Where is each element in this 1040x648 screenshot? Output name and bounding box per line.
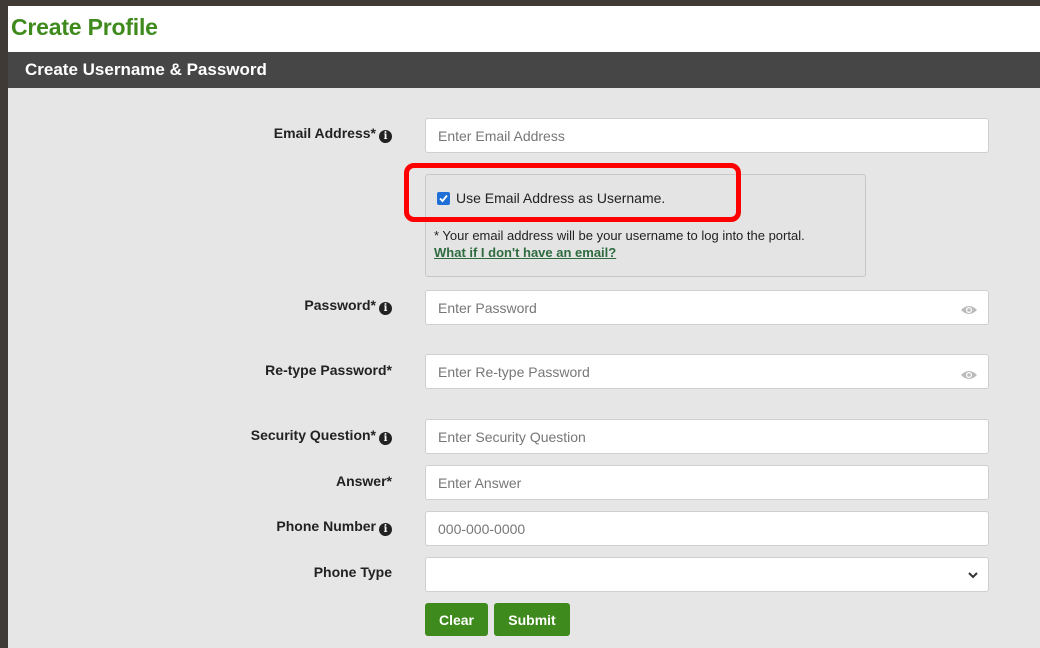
create-profile-page: Create Profile Create Username & Passwor… [8,6,1040,648]
answer-input[interactable] [425,465,989,500]
info-icon[interactable]: i [379,523,392,536]
email-input[interactable] [425,118,989,153]
email-label: Email Address* i [274,125,392,143]
retype-password-label: Re-type Password* [265,362,392,378]
security-question-label: Security Question* i [251,427,392,445]
section-header: Create Username & Password [8,52,1040,88]
info-icon[interactable]: i [379,432,392,445]
password-label: Password* i [304,297,392,315]
retype-password-input[interactable] [425,354,989,389]
phone-type-label: Phone Type [313,564,392,580]
answer-label: Answer* [335,473,392,489]
chevron-down-icon [968,572,978,579]
eye-icon[interactable] [960,369,978,381]
password-input[interactable] [425,290,989,325]
submit-button[interactable]: Submit [494,603,570,636]
highlight-annotation [404,163,741,222]
info-icon[interactable]: i [379,302,392,315]
clear-button[interactable]: Clear [425,603,488,636]
username-note: * Your email address will be your userna… [434,228,805,243]
eye-icon[interactable] [960,304,978,316]
info-icon[interactable]: i [379,130,392,143]
phone-type-select[interactable] [425,557,989,592]
security-question-input[interactable] [425,419,989,454]
title-bar: Create Profile [8,6,1040,52]
no-email-help-link[interactable]: What if I don't have an email? [434,245,616,260]
page-title: Create Profile [11,14,158,40]
phone-number-input[interactable] [425,511,989,546]
phone-number-label: Phone Number i [276,518,392,536]
